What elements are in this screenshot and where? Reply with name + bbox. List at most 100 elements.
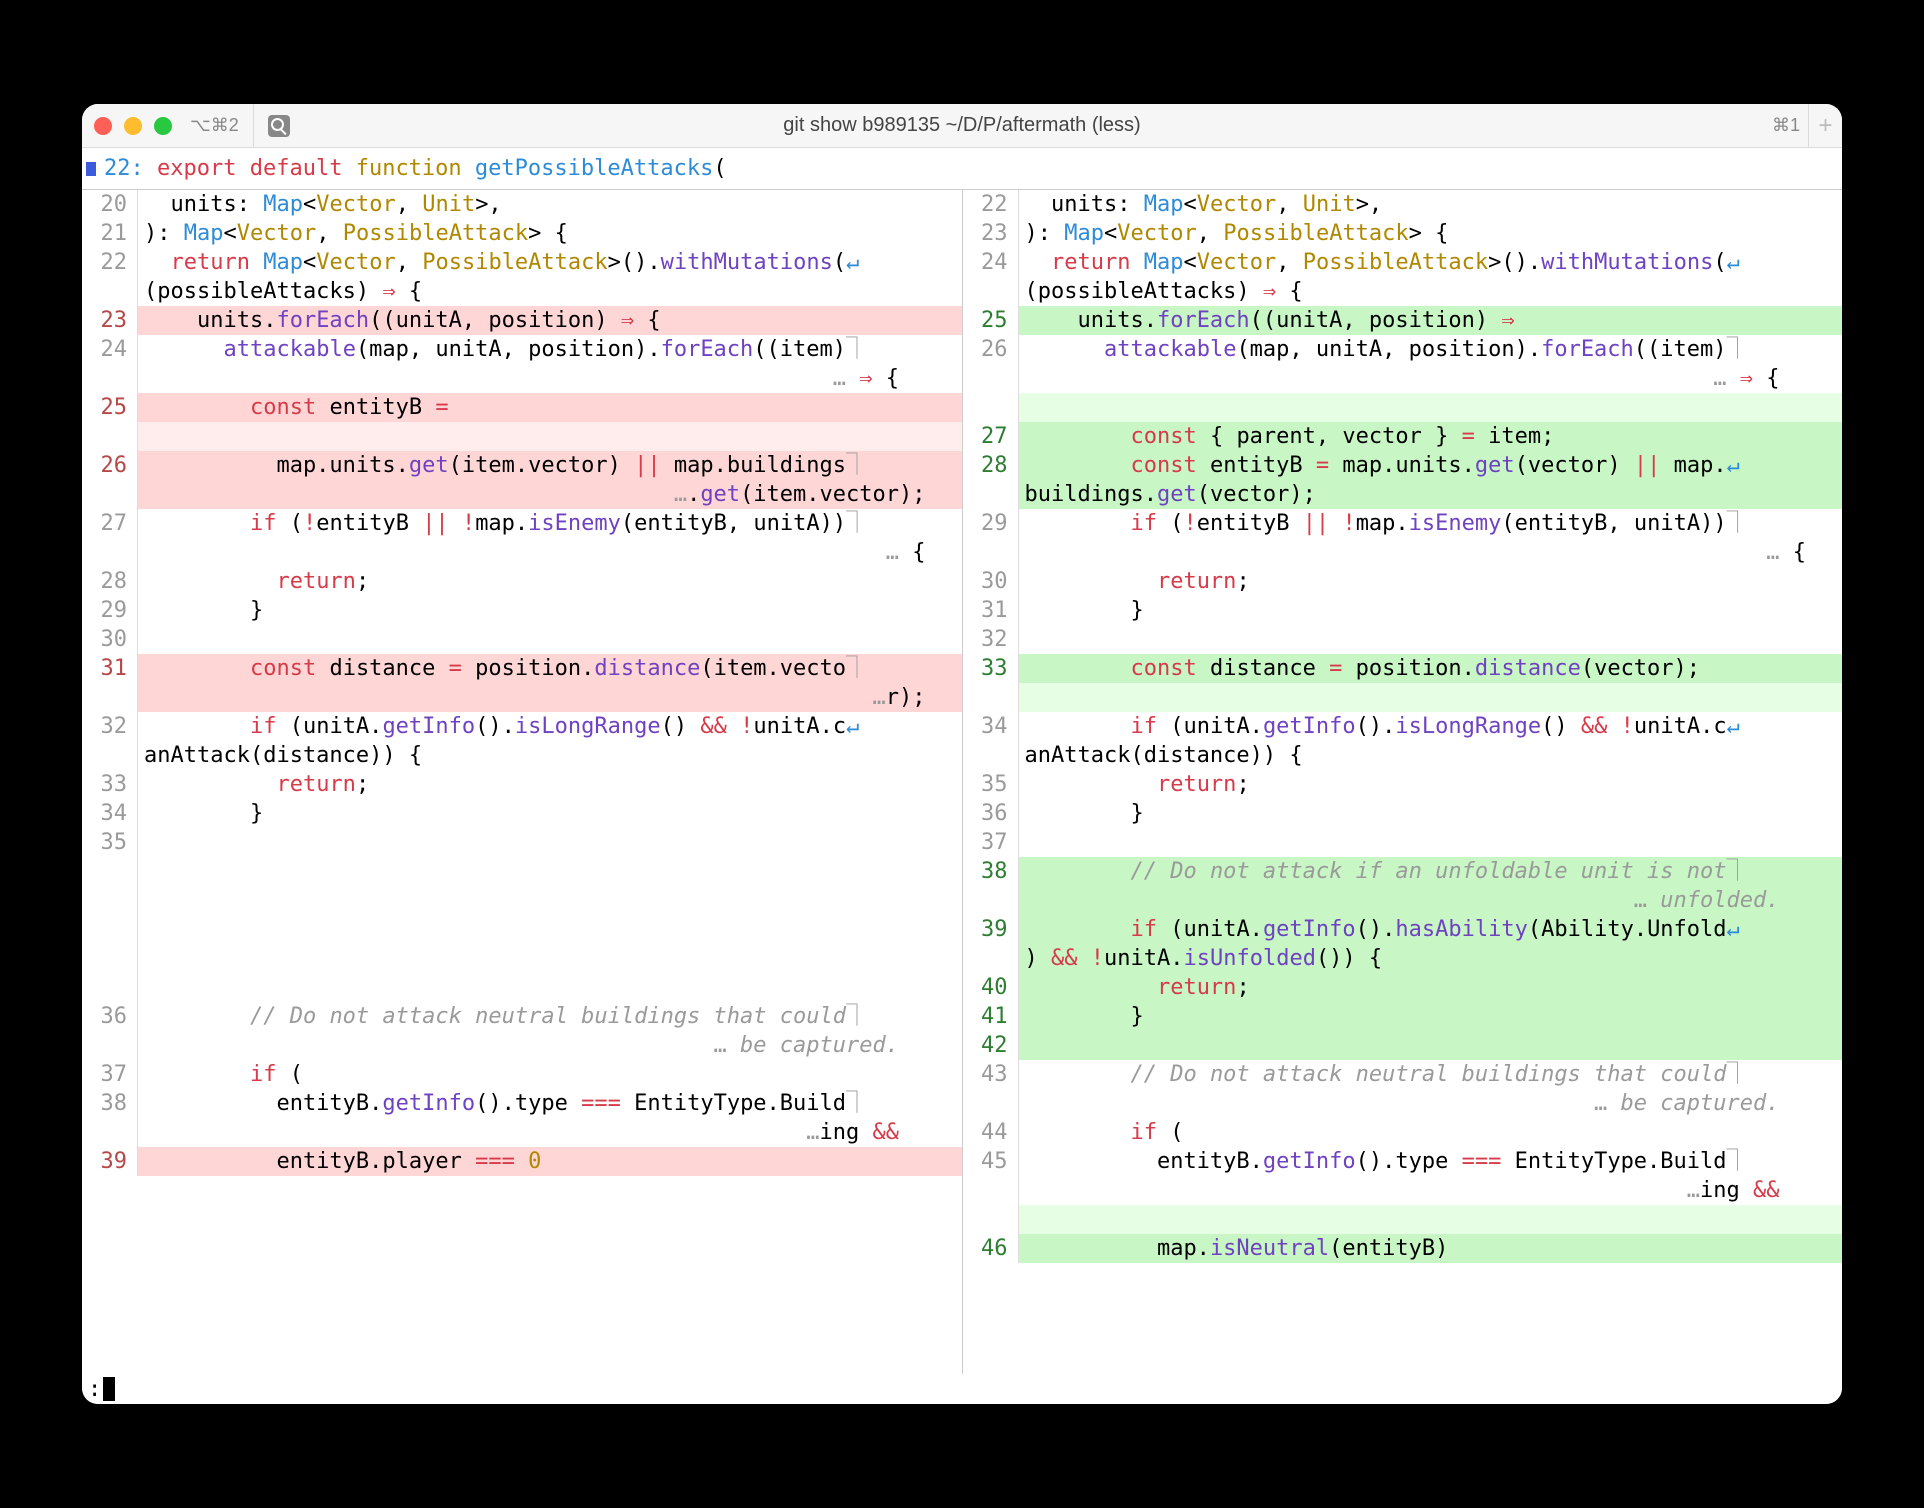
code-content	[138, 944, 962, 973]
line-number: 33	[963, 654, 1019, 683]
code-content: if (unitA.getInfo().isLongRange() && !un…	[138, 712, 962, 741]
line-number: 36	[82, 1002, 138, 1031]
code-row	[963, 1205, 1843, 1234]
code-row: 31 const distance = position.distance(it…	[82, 654, 962, 683]
code-content: return Map<Vector, PossibleAttack>().wit…	[1019, 248, 1843, 277]
code-row: 24 return Map<Vector, PossibleAttack>().…	[963, 248, 1843, 277]
code-row: 22 units: Map<Vector, Unit>,	[963, 190, 1843, 219]
code-row: …ing &&	[963, 1176, 1843, 1205]
code-row: 35 return;	[963, 770, 1843, 799]
code-content: if (unitA.getInfo().isLongRange() && !un…	[1019, 712, 1843, 741]
code-row	[82, 915, 962, 944]
code-content: }	[1019, 799, 1843, 828]
code-content: …ing &&	[138, 1118, 962, 1147]
code-content	[138, 973, 962, 1002]
new-tab-button[interactable]: +	[1808, 104, 1842, 148]
line-number	[963, 1089, 1019, 1118]
code-content: if (	[1019, 1118, 1843, 1147]
code-content	[1019, 828, 1843, 857]
line-number	[963, 944, 1019, 973]
line-number: 40	[963, 973, 1019, 1002]
code-row: 25 const entityB =	[82, 393, 962, 422]
code-content	[1019, 683, 1843, 712]
code-row: 42	[963, 1031, 1843, 1060]
diff-pane-left[interactable]: 20 units: Map<Vector, Unit>,21): Map<Vec…	[82, 190, 963, 1374]
code-row: 29 if (!entityB || !map.isEnemy(entityB,…	[963, 509, 1843, 538]
search-icon[interactable]	[268, 115, 290, 137]
code-row: anAttack(distance)) {	[963, 741, 1843, 770]
code-row: 26 map.units.get(item.vector) || map.bui…	[82, 451, 962, 480]
less-prompt[interactable]: :	[82, 1374, 1842, 1404]
line-number: 28	[963, 451, 1019, 480]
line-number: 29	[82, 596, 138, 625]
code-row: … be captured.	[963, 1089, 1843, 1118]
minimize-icon[interactable]	[124, 117, 142, 135]
code-row: 31 }	[963, 596, 1843, 625]
code-content: ….get(item.vector);	[138, 480, 962, 509]
diff-body[interactable]: 20 units: Map<Vector, Unit>,21): Map<Vec…	[82, 190, 1842, 1374]
code-row: 33 const distance = position.distance(ve…	[963, 654, 1843, 683]
code-content	[1019, 625, 1843, 654]
line-number	[82, 944, 138, 973]
code-row: 27 if (!entityB || !map.isEnemy(entityB,…	[82, 509, 962, 538]
code-row: 30 return;	[963, 567, 1843, 596]
line-number	[963, 393, 1019, 422]
line-number: 24	[963, 248, 1019, 277]
code-row: 44 if (	[963, 1118, 1843, 1147]
code-row: 21): Map<Vector, PossibleAttack> {	[82, 219, 962, 248]
line-number: 26	[963, 335, 1019, 364]
code-row: 30	[82, 625, 962, 654]
line-number: 30	[963, 567, 1019, 596]
code-row: anAttack(distance)) {	[82, 741, 962, 770]
diff-pane-right[interactable]: 22 units: Map<Vector, Unit>,23): Map<Vec…	[963, 190, 1843, 1374]
code-content: ) && !unitA.isUnfolded()) {	[1019, 944, 1843, 973]
code-row: 32	[963, 625, 1843, 654]
code-content: attackable(map, unitA, position).forEach…	[1019, 335, 1843, 364]
kw-export: export	[157, 156, 236, 181]
line-number: 41	[963, 1002, 1019, 1031]
line-number: 34	[82, 799, 138, 828]
code-content	[138, 625, 962, 654]
line-number: 24	[82, 335, 138, 364]
code-content	[138, 857, 962, 886]
fn-name: getPossibleAttacks	[475, 156, 713, 181]
code-row: 45 entityB.getInfo().type === EntityType…	[963, 1147, 1843, 1176]
code-content	[138, 828, 962, 857]
close-icon[interactable]	[94, 117, 112, 135]
line-number: 20	[82, 190, 138, 219]
code-content: attackable(map, unitA, position).forEach…	[138, 335, 962, 364]
code-content: … be captured.	[1019, 1089, 1843, 1118]
code-content	[138, 915, 962, 944]
code-content: … ⇒ {	[138, 364, 962, 393]
line-number	[963, 741, 1019, 770]
line-number: 38	[82, 1089, 138, 1118]
line-number	[963, 683, 1019, 712]
code-row: …ing &&	[82, 1118, 962, 1147]
code-row: 29 }	[82, 596, 962, 625]
code-content: … be captured.	[138, 1031, 962, 1060]
code-content: entityB.getInfo().type === EntityType.Bu…	[1019, 1147, 1843, 1176]
line-number: 34	[963, 712, 1019, 741]
code-row: … {	[82, 538, 962, 567]
code-row: 36 // Do not attack neutral buildings th…	[82, 1002, 962, 1031]
code-content: if (!entityB || !map.isEnemy(entityB, un…	[1019, 509, 1843, 538]
code-row	[963, 683, 1843, 712]
code-row: 24 attackable(map, unitA, position).forE…	[82, 335, 962, 364]
line-number	[82, 1031, 138, 1060]
line-number	[82, 364, 138, 393]
code-content: … {	[138, 538, 962, 567]
paren: (	[713, 156, 726, 181]
cursor-icon	[103, 1377, 115, 1401]
code-content	[1019, 1031, 1843, 1060]
code-content: …r);	[138, 683, 962, 712]
code-content: buildings.get(vector);	[1019, 480, 1843, 509]
zoom-icon[interactable]	[154, 117, 172, 135]
code-content: const { parent, vector } = item;	[1019, 422, 1843, 451]
line-number	[963, 364, 1019, 393]
line-number: 31	[963, 596, 1019, 625]
code-content: if (!entityB || !map.isEnemy(entityB, un…	[138, 509, 962, 538]
code-row	[963, 393, 1843, 422]
line-number: 32	[82, 712, 138, 741]
code-content: return;	[1019, 973, 1843, 1002]
line-number: 31	[82, 654, 138, 683]
